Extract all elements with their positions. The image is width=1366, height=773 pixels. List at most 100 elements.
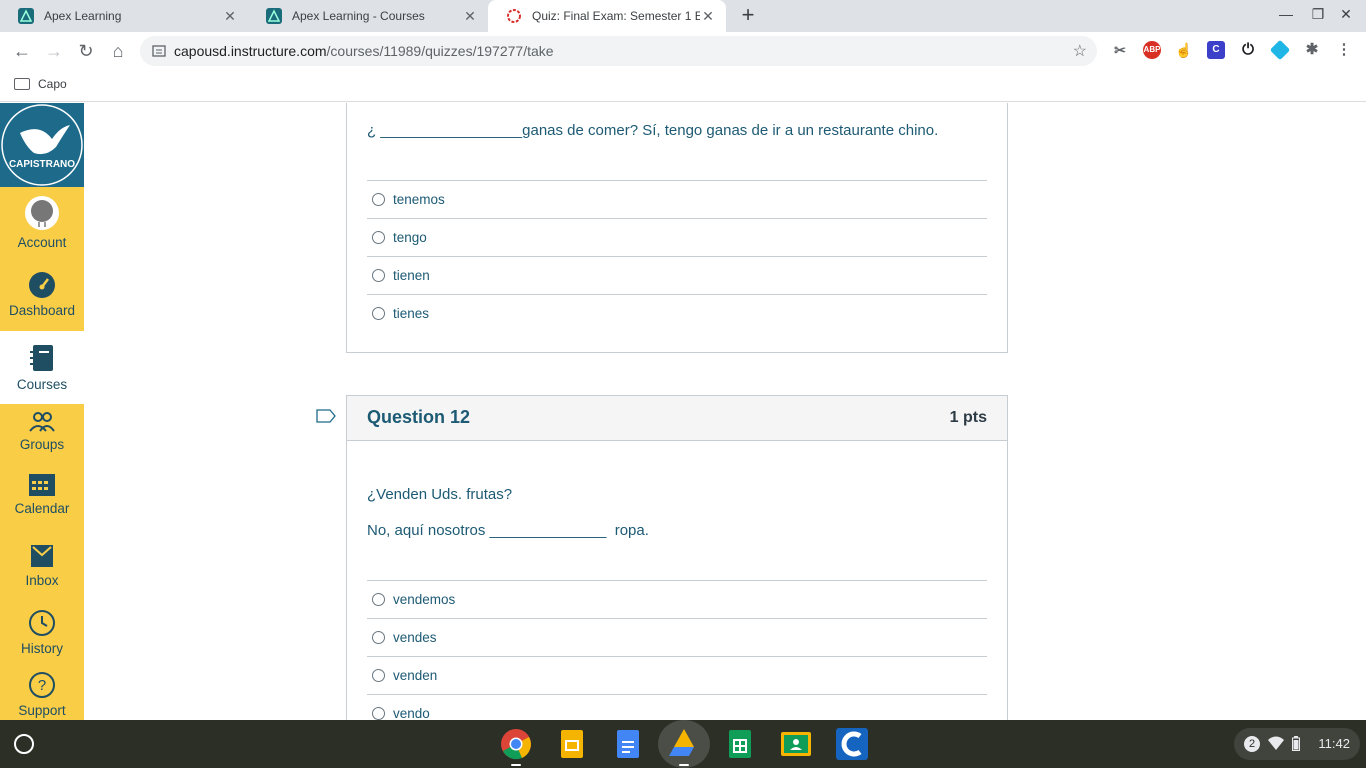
answer-option[interactable]: vendes (367, 618, 987, 656)
question-header: Question 12 1 pts (347, 396, 1007, 441)
answer-label[interactable]: tengo (393, 230, 427, 245)
nav-history[interactable]: History (0, 609, 84, 665)
canvas-icon[interactable] (836, 728, 868, 760)
close-tab-icon[interactable]: ✕ (222, 8, 238, 25)
nav-label: Courses (16, 377, 68, 392)
answer-option[interactable]: tenemos (367, 180, 987, 218)
clock[interactable]: 11:42 (1318, 736, 1350, 751)
sheets-icon[interactable] (724, 728, 756, 760)
bookmarks-bar: Capo (0, 70, 1366, 102)
url-path: /courses/11989/quizzes/197277/take (326, 43, 554, 59)
bookmark-folder-capo[interactable]: Capo (14, 77, 67, 91)
nav-calendar[interactable]: Calendar (0, 471, 84, 531)
tab-quiz[interactable]: Quiz: Final Exam: Semester 1 Ex ✕ (488, 0, 726, 32)
canvas-favicon-icon (507, 9, 521, 23)
district-logo[interactable]: CAPISTRANO (0, 103, 84, 187)
answer-label[interactable]: vendo (393, 706, 430, 720)
answer-option[interactable]: tengo (367, 218, 987, 256)
answer-label[interactable]: vendemos (393, 592, 455, 607)
answer-label[interactable]: tienes (393, 306, 429, 321)
radio-button[interactable] (372, 707, 385, 720)
back-icon[interactable]: ← (11, 40, 33, 62)
question-text-line2: No, aquí nosotros ______________ ropa. (367, 522, 649, 539)
drive-icon[interactable] (658, 720, 710, 768)
radio-button[interactable] (372, 231, 385, 244)
courses-icon (30, 345, 53, 371)
wifi-icon (1268, 736, 1284, 750)
tab-apex-learning[interactable]: Apex Learning ✕ (0, 0, 248, 32)
extensions-puzzle-icon[interactable]: ✱ (1303, 41, 1321, 59)
nav-account[interactable]: Account (0, 195, 84, 257)
c-extension-icon[interactable]: C (1207, 41, 1225, 59)
hand-extension-icon[interactable]: ☝ (1175, 41, 1193, 59)
adblock-extension-icon[interactable]: ABP (1143, 41, 1161, 59)
nav-label: Support (18, 703, 66, 718)
nav-inbox[interactable]: Inbox (0, 541, 84, 601)
screencastify-extension-icon[interactable]: ✂ (1111, 41, 1129, 59)
radio-button[interactable] (372, 269, 385, 282)
nav-dashboard[interactable]: Dashboard (0, 271, 84, 331)
browser-toolbar: ← → ↻ ⌂ capousd.instructure.com/courses/… (0, 32, 1366, 70)
diamond-extension-icon[interactable] (1269, 39, 1291, 61)
answer-option[interactable]: tienen (367, 256, 987, 294)
answer-option[interactable]: tienes (367, 294, 987, 332)
question-12: Question 12 1 pts ¿Venden Uds. frutas? N… (346, 395, 1008, 720)
reload-icon[interactable]: ↻ (75, 40, 97, 62)
answer-label[interactable]: venden (393, 668, 437, 683)
system-tray[interactable]: 2 11:42 (1234, 728, 1360, 760)
new-tab-icon[interactable]: + (737, 4, 759, 27)
menu-kebab-icon[interactable]: ⋮ (1335, 41, 1353, 59)
dashboard-icon (29, 272, 55, 298)
close-tab-icon[interactable]: ✕ (462, 8, 478, 25)
answer-option[interactable]: vendo (367, 694, 987, 720)
launcher-icon[interactable] (14, 734, 34, 754)
running-indicator (511, 764, 521, 766)
address-bar[interactable]: capousd.instructure.com/courses/11989/qu… (140, 36, 1097, 66)
radio-button[interactable] (372, 669, 385, 682)
nav-label: History (20, 641, 63, 656)
question-title: Question 12 (367, 407, 471, 427)
nav-label: Dashboard (8, 303, 76, 318)
question-text: ¿ _________________ganas de comer? Sí, t… (367, 122, 939, 139)
notification-count[interactable]: 2 (1244, 736, 1260, 752)
bookmark-star-icon[interactable]: ☆ (1073, 41, 1087, 61)
tab-apex-courses[interactable]: Apex Learning - Courses ✕ (248, 0, 488, 32)
answer-label[interactable]: tienen (393, 268, 430, 283)
radio-button[interactable] (372, 593, 385, 606)
flag-question-icon[interactable] (316, 409, 336, 423)
os-taskbar: 2 11:42 (0, 720, 1366, 768)
bookmark-label: Capo (38, 77, 67, 91)
minimize-icon[interactable]: — (1276, 6, 1296, 22)
forward-icon[interactable]: → (43, 40, 65, 62)
site-info-icon[interactable] (152, 44, 166, 58)
answer-option[interactable]: vendemos (367, 580, 987, 618)
classroom-icon[interactable] (780, 728, 812, 760)
nav-label: Groups (19, 437, 65, 452)
answer-label[interactable]: vendes (393, 630, 437, 645)
close-window-icon[interactable]: ✕ (1336, 6, 1356, 23)
radio-button[interactable] (372, 307, 385, 320)
tab-title: Apex Learning - Courses (292, 9, 425, 23)
apex-favicon-icon (18, 8, 34, 24)
radio-button[interactable] (372, 631, 385, 644)
nav-support[interactable]: ? Support (0, 671, 84, 727)
logo-text: CAPISTRANO (9, 159, 75, 170)
answer-label[interactable]: tenemos (393, 192, 445, 207)
quiz-content: ¿ _________________ganas de comer? Sí, t… (84, 103, 1366, 720)
restore-icon[interactable]: ❐ (1308, 6, 1328, 23)
history-icon (29, 610, 55, 636)
home-icon[interactable]: ⌂ (107, 40, 129, 62)
radio-button[interactable] (372, 193, 385, 206)
question-points: 1 pts (949, 409, 987, 426)
nav-courses[interactable]: Courses (0, 331, 84, 404)
nav-groups[interactable]: Groups (0, 411, 84, 466)
support-icon: ? (29, 672, 55, 698)
answer-option[interactable]: venden (367, 656, 987, 694)
question-11: ¿ _________________ganas de comer? Sí, t… (346, 103, 1008, 353)
slides-icon[interactable] (556, 728, 588, 760)
close-tab-icon[interactable]: ✕ (700, 8, 716, 25)
chrome-icon[interactable] (500, 728, 532, 760)
nav-label: Inbox (25, 573, 59, 588)
power-extension-icon[interactable]: ⏻ (1239, 41, 1257, 59)
docs-icon[interactable] (612, 728, 644, 760)
